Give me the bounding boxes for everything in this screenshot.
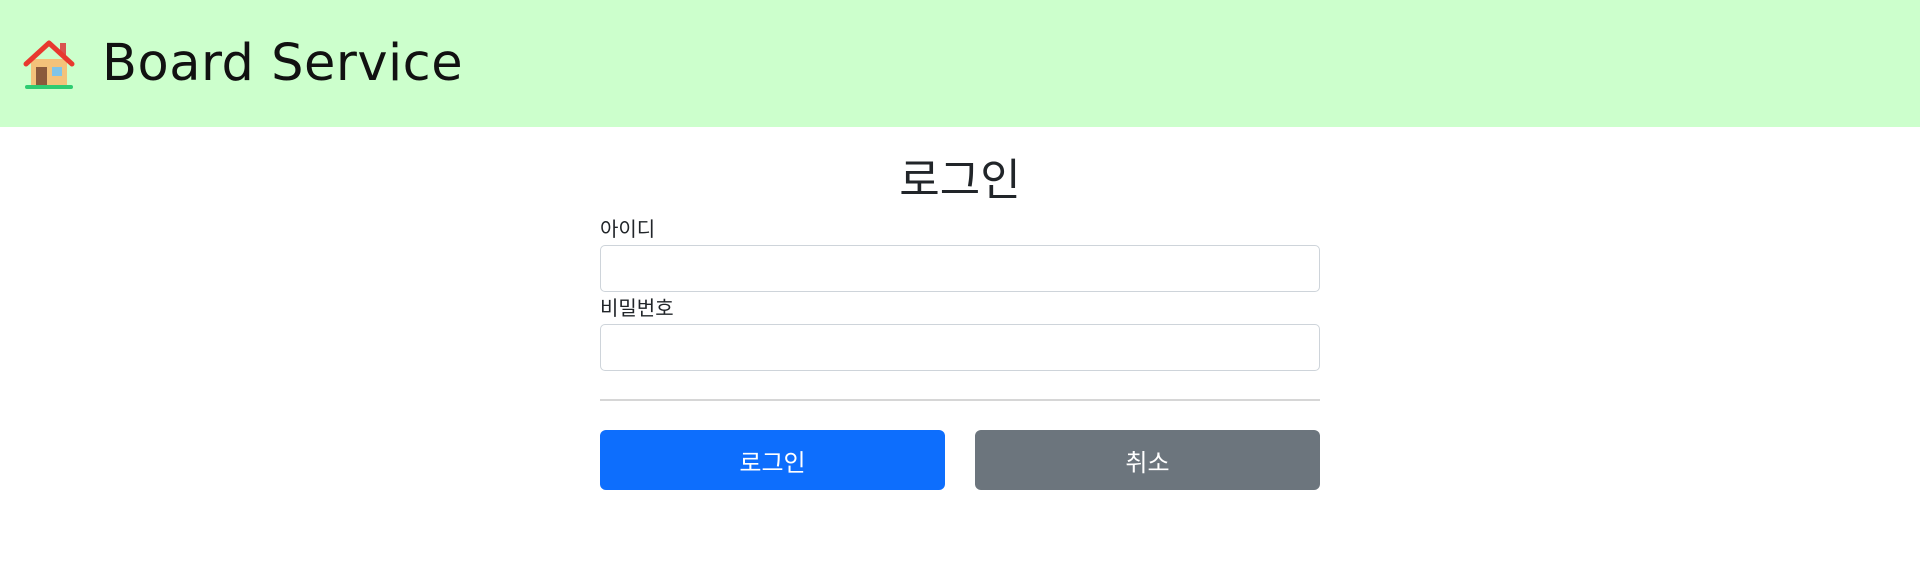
button-row: 로그인 취소 (600, 430, 1320, 491)
id-label: 아이디 (600, 217, 656, 242)
login-form: 로그인 아이디 비밀번호 로그인 취소 (600, 127, 1320, 491)
login-button[interactable]: 로그인 (600, 430, 945, 491)
page-title: 로그인 (899, 155, 1021, 206)
password-label: 비밀번호 (600, 296, 674, 321)
brand-title[interactable]: Board Service (102, 38, 463, 89)
house-icon[interactable] (22, 37, 76, 91)
id-input[interactable] (600, 245, 1320, 293)
password-input[interactable] (600, 324, 1320, 372)
password-field-group: 비밀번호 (600, 296, 1320, 372)
cancel-button[interactable]: 취소 (975, 430, 1320, 491)
divider (600, 399, 1320, 402)
site-header: Board Service (0, 0, 1920, 127)
id-field-group: 아이디 (600, 217, 1320, 293)
